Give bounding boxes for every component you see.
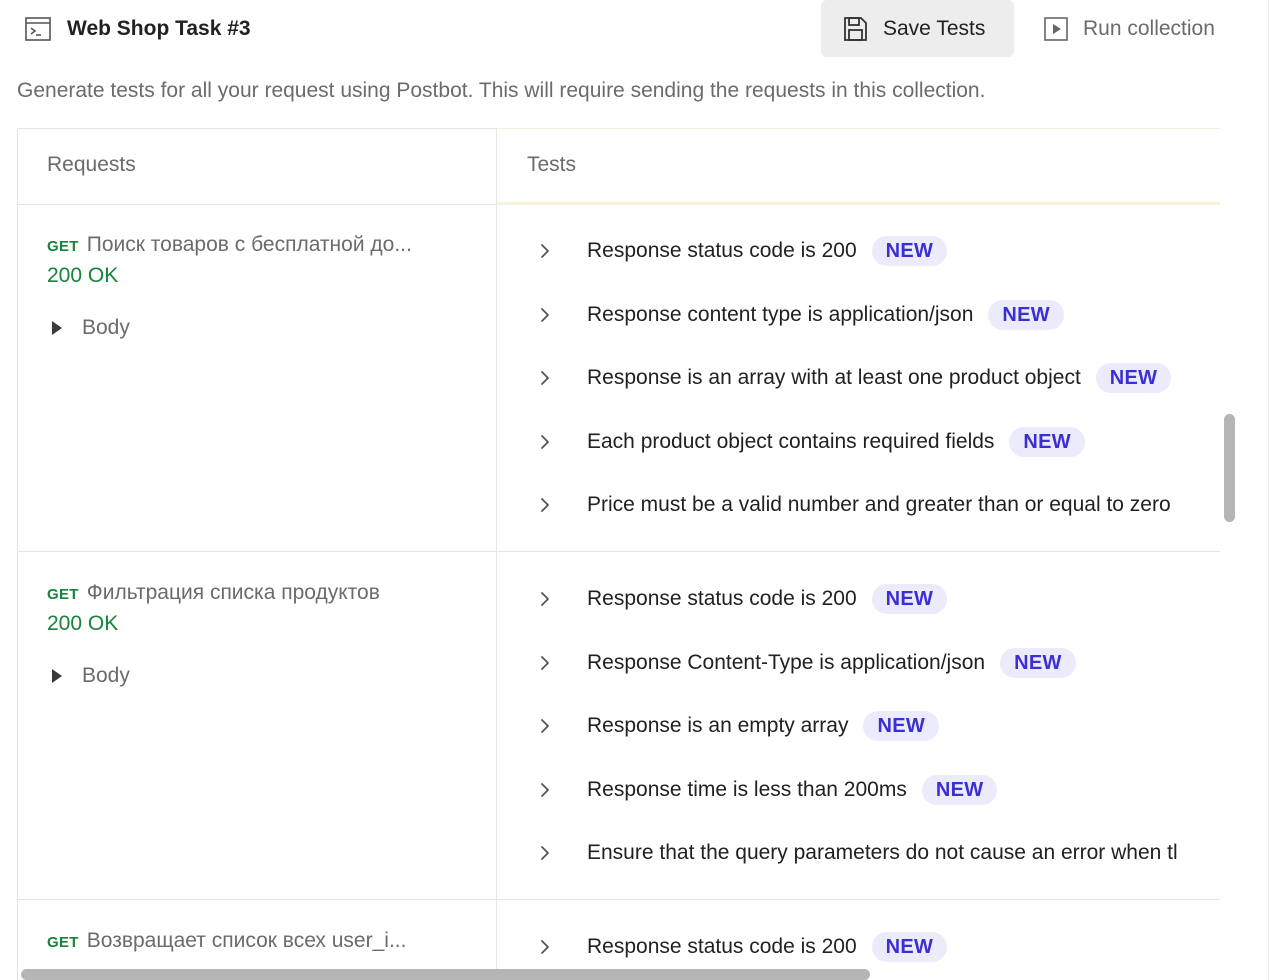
chevron-right-icon: [541, 940, 549, 954]
top-bar: Web Shop Task #3 Save Tests Run collecti…: [0, 0, 1280, 60]
column-header-requests: Requests: [47, 153, 136, 176]
description-text: Generate tests for all your request usin…: [17, 79, 986, 102]
body-toggle[interactable]: Body: [52, 316, 412, 340]
floppy-disk-icon: [844, 16, 867, 41]
test-name: Response is an empty array: [587, 714, 849, 737]
chevron-right-icon: [541, 371, 549, 385]
panel-right-edge: [1268, 0, 1269, 980]
triangle-right-icon: [52, 669, 62, 683]
test-name: Response is an array with at least one p…: [587, 366, 1081, 389]
header-top-border: [17, 128, 497, 129]
body-toggle[interactable]: Body: [52, 664, 380, 688]
chevron-right-icon: [541, 592, 549, 606]
test-name: Response content type is application/jso…: [587, 302, 974, 326]
chevron-right-icon: [541, 782, 549, 797]
terminal-window-icon: [25, 17, 51, 41]
new-badge: NEW: [1009, 426, 1085, 457]
test-item[interactable]: Response Content-Type is application/jso…: [534, 645, 1076, 681]
test-name: Response status code is 200: [587, 587, 857, 610]
chevron-right-icon: [541, 655, 549, 670]
test-name: Response status code is 200: [587, 239, 857, 262]
chevron-right-icon: [541, 307, 549, 322]
test-item[interactable]: Response time is less than 200ms NEW: [534, 772, 998, 808]
test-item[interactable]: Response status code is 200 NEW: [534, 233, 948, 269]
new-badge: NEW: [871, 932, 948, 962]
header-bottom-border: [17, 204, 497, 205]
test-name: Each product object contains required fi…: [587, 429, 995, 453]
vertical-scrollbar[interactable]: [1224, 414, 1235, 522]
test-item[interactable]: Response status code is 200 NEW: [534, 929, 948, 965]
play-box-icon: [1044, 17, 1068, 41]
test-item[interactable]: Response status code is 200 NEW: [534, 581, 948, 617]
test-item[interactable]: Each product object contains required fi…: [534, 424, 1085, 460]
chevron-right-icon: [541, 846, 549, 860]
request-name[interactable]: Фильтрация списка продуктов: [87, 581, 380, 605]
new-badge: NEW: [871, 584, 948, 614]
test-name: Ensure that the query parameters do not …: [587, 841, 1178, 864]
save-tests-button[interactable]: Save Tests: [821, 0, 1014, 57]
response-status: 200 OK: [47, 612, 119, 635]
chevron-right-icon: [541, 719, 549, 733]
test-name: Price must be a valid number and greater…: [587, 493, 1171, 516]
tests-list: Response status code is 200 NEW Response C…: [534, 581, 1220, 899]
column-divider: [496, 128, 497, 980]
request-name[interactable]: Поиск товаров с бесплатной до...: [87, 233, 412, 257]
new-badge: NEW: [1095, 363, 1172, 393]
request-row: GET Возвращает список всех user_i...: [47, 929, 406, 953]
test-item[interactable]: Price must be a valid number and greater…: [534, 487, 1171, 523]
request-row: GET Фильтрация списка продуктов 200 OK B…: [47, 581, 380, 688]
column-header-tests: Tests: [527, 153, 577, 176]
chevron-right-icon: [541, 434, 549, 449]
response-status: 200 OK: [47, 264, 119, 287]
chevron-right-icon: [541, 244, 549, 258]
tests-table: Requests Tests GET Поиск товаров с беспл…: [17, 128, 1220, 980]
test-item[interactable]: Response is an array with at least one p…: [534, 360, 1172, 396]
test-name: Response status code is 200: [587, 935, 857, 958]
body-toggle-label: Body: [82, 316, 130, 339]
test-item[interactable]: Ensure that the query parameters do not …: [534, 835, 1178, 871]
new-badge: NEW: [863, 711, 940, 741]
http-method-badge: GET: [47, 238, 79, 255]
triangle-right-icon: [52, 321, 62, 335]
row-divider-1: [17, 551, 1220, 552]
http-method-badge: GET: [47, 586, 79, 603]
tests-header-bottom-border: [497, 202, 1220, 205]
test-name: Response Content-Type is application/jso…: [587, 650, 986, 674]
new-badge: NEW: [871, 236, 948, 266]
new-badge: NEW: [1000, 647, 1076, 678]
tests-header-top-border: [497, 128, 1220, 129]
http-method-badge: GET: [47, 934, 79, 951]
run-collection-label: Run collection: [1083, 17, 1215, 40]
page-title: Web Shop Task #3: [67, 17, 251, 40]
body-toggle-label: Body: [82, 664, 130, 687]
tests-list: Response status code is 200 NEW Response c…: [534, 233, 1220, 551]
run-collection-button[interactable]: Run collection: [1042, 14, 1215, 44]
request-name[interactable]: Возвращает список всех user_i...: [87, 929, 407, 953]
save-tests-label: Save Tests: [883, 16, 986, 40]
chevron-right-icon: [541, 498, 549, 512]
row-divider-2: [17, 899, 1220, 900]
horizontal-scrollbar[interactable]: [21, 969, 870, 980]
test-item[interactable]: Response content type is application/jso…: [534, 297, 1064, 333]
new-badge: NEW: [988, 299, 1064, 330]
test-name: Response time is less than 200ms: [587, 777, 907, 801]
new-badge: NEW: [921, 774, 998, 805]
table-left-border: [17, 128, 18, 980]
request-row: GET Поиск товаров с бесплатной до... 200…: [47, 233, 412, 340]
test-item[interactable]: Response is an empty array NEW: [534, 708, 940, 744]
